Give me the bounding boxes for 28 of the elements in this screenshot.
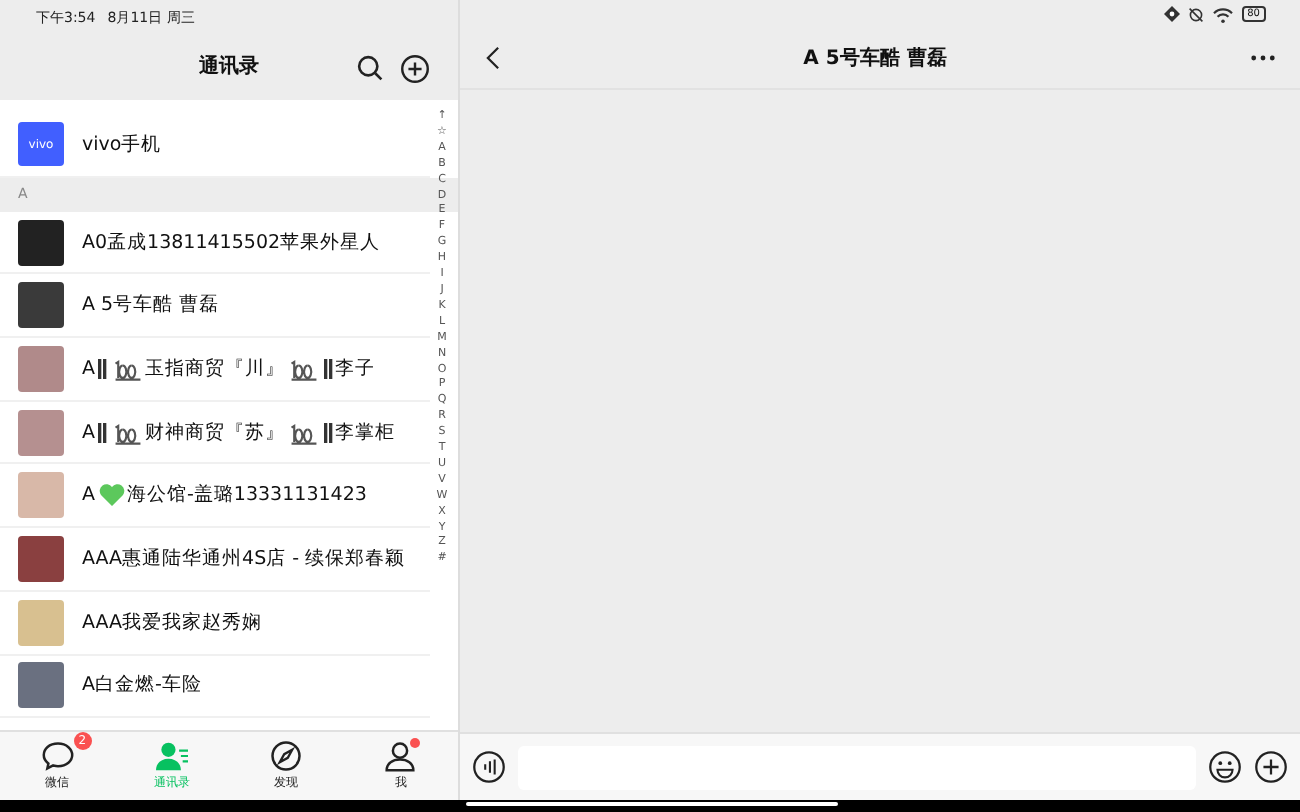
chat-title: A 5号车酷 曹磊 [803, 44, 947, 72]
add-icon[interactable] [400, 54, 430, 84]
contact-item[interactable]: A 5号车酷 曹磊 [0, 274, 430, 339]
wifi-icon [1211, 5, 1234, 23]
contact-item[interactable]: A0孟成13811415502苹果外星人 [0, 211, 430, 275]
contact-item[interactable]: AAA我爱我家赵秀娴 [0, 591, 430, 655]
search-icon[interactable] [356, 54, 384, 82]
person-icon [384, 740, 417, 772]
contact-item[interactable]: A 玉指商贸『川』 李子 [0, 338, 430, 402]
contacts-title: 通讯录 [199, 53, 259, 80]
contacts-icon [153, 740, 190, 772]
add-icon[interactable] [1254, 750, 1288, 784]
compass-icon [270, 740, 303, 772]
emoji-icon[interactable] [1208, 750, 1242, 784]
bars-emoji-icon [323, 419, 333, 446]
voice-icon[interactable] [472, 750, 506, 784]
chat-icon [39, 740, 76, 772]
bars-emoji-icon [323, 355, 333, 382]
contact-item[interactable]: A 财神商贸『苏』 李掌柜 [0, 401, 430, 465]
back-icon[interactable] [486, 46, 500, 70]
contact-item[interactable]: A 海公馆-盖璐13331131423 [0, 464, 430, 529]
heart-emoji-icon [97, 482, 125, 509]
contact-item[interactable]: AAA惠通陆华通州4S店 - 续保郑春颖 [0, 528, 430, 592]
more-icon[interactable] [1249, 54, 1276, 62]
alarm-off-icon [1187, 5, 1204, 23]
contact-item[interactable]: A白金燃-车险 [0, 655, 430, 719]
bars-emoji-icon [97, 419, 107, 446]
bars-emoji-icon [97, 355, 107, 382]
